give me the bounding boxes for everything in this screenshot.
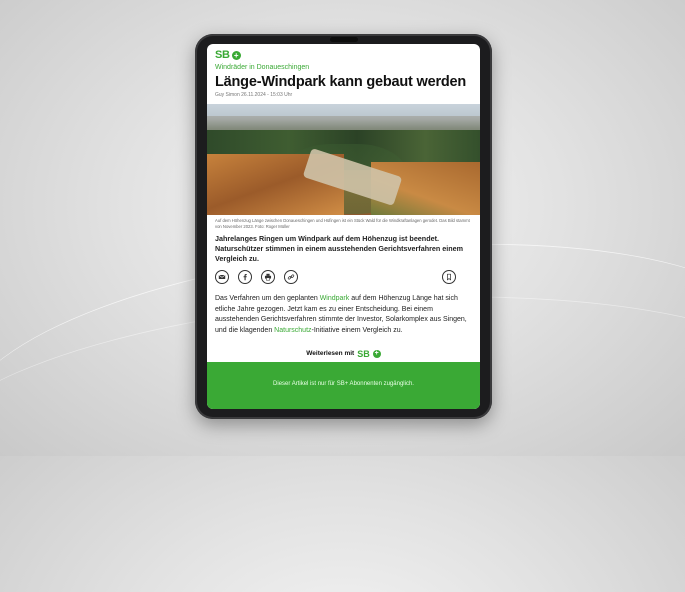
cta-plus-icon: +	[372, 349, 381, 358]
link-icon[interactable]	[284, 270, 298, 284]
share-bar	[215, 270, 472, 286]
tablet-screen: SB + Windräder in Donaueschingen Länge-W…	[207, 44, 480, 409]
article-lead: Jahrelanges Ringen um Windpark auf dem H…	[215, 234, 464, 263]
continue-reading-button[interactable]: Weiterlesen mit SB +	[207, 345, 480, 362]
photo-caption: Auf dem Höhenzug Länge zwischen Donauesc…	[215, 218, 470, 229]
logo-plus-icon: +	[231, 50, 241, 60]
logo-text: SB	[215, 49, 230, 61]
paywall-banner: Weiterlesen mit SB + Dieser Artikel ist …	[207, 345, 480, 409]
article-headline: Länge-Windpark kann gebaut werden	[215, 74, 467, 90]
article-byline: Guy Simon 26.11.2024 - 15:03 Uhr	[215, 92, 293, 98]
print-icon[interactable]	[261, 270, 275, 284]
cta-label: Weiterlesen mit	[306, 350, 355, 357]
body-text-part: Das Verfahren um den geplanten	[215, 295, 320, 302]
paywall-note: Dieser Artikel ist nur für SB+ Abonnente…	[273, 381, 414, 387]
facebook-icon[interactable]	[238, 270, 252, 284]
bookmark-icon[interactable]	[442, 270, 456, 284]
article-kicker[interactable]: Windräder in Donaueschingen	[215, 64, 472, 71]
body-link-windpark[interactable]: Windpark	[320, 295, 350, 302]
body-text-part: -Initiative einem Vergleich zu.	[311, 326, 403, 334]
cta-logo: SB	[357, 348, 370, 359]
body-link-naturschutz[interactable]: Naturschutz	[274, 327, 311, 334]
article-body: Das Verfahren um den geplanten Windpark …	[215, 294, 472, 336]
camera-notch	[329, 37, 358, 42]
brand-logo[interactable]: SB +	[215, 49, 472, 61]
mail-icon[interactable]	[215, 270, 229, 284]
tablet-device: SB + Windräder in Donaueschingen Länge-W…	[195, 34, 492, 419]
article-photo	[207, 104, 480, 215]
